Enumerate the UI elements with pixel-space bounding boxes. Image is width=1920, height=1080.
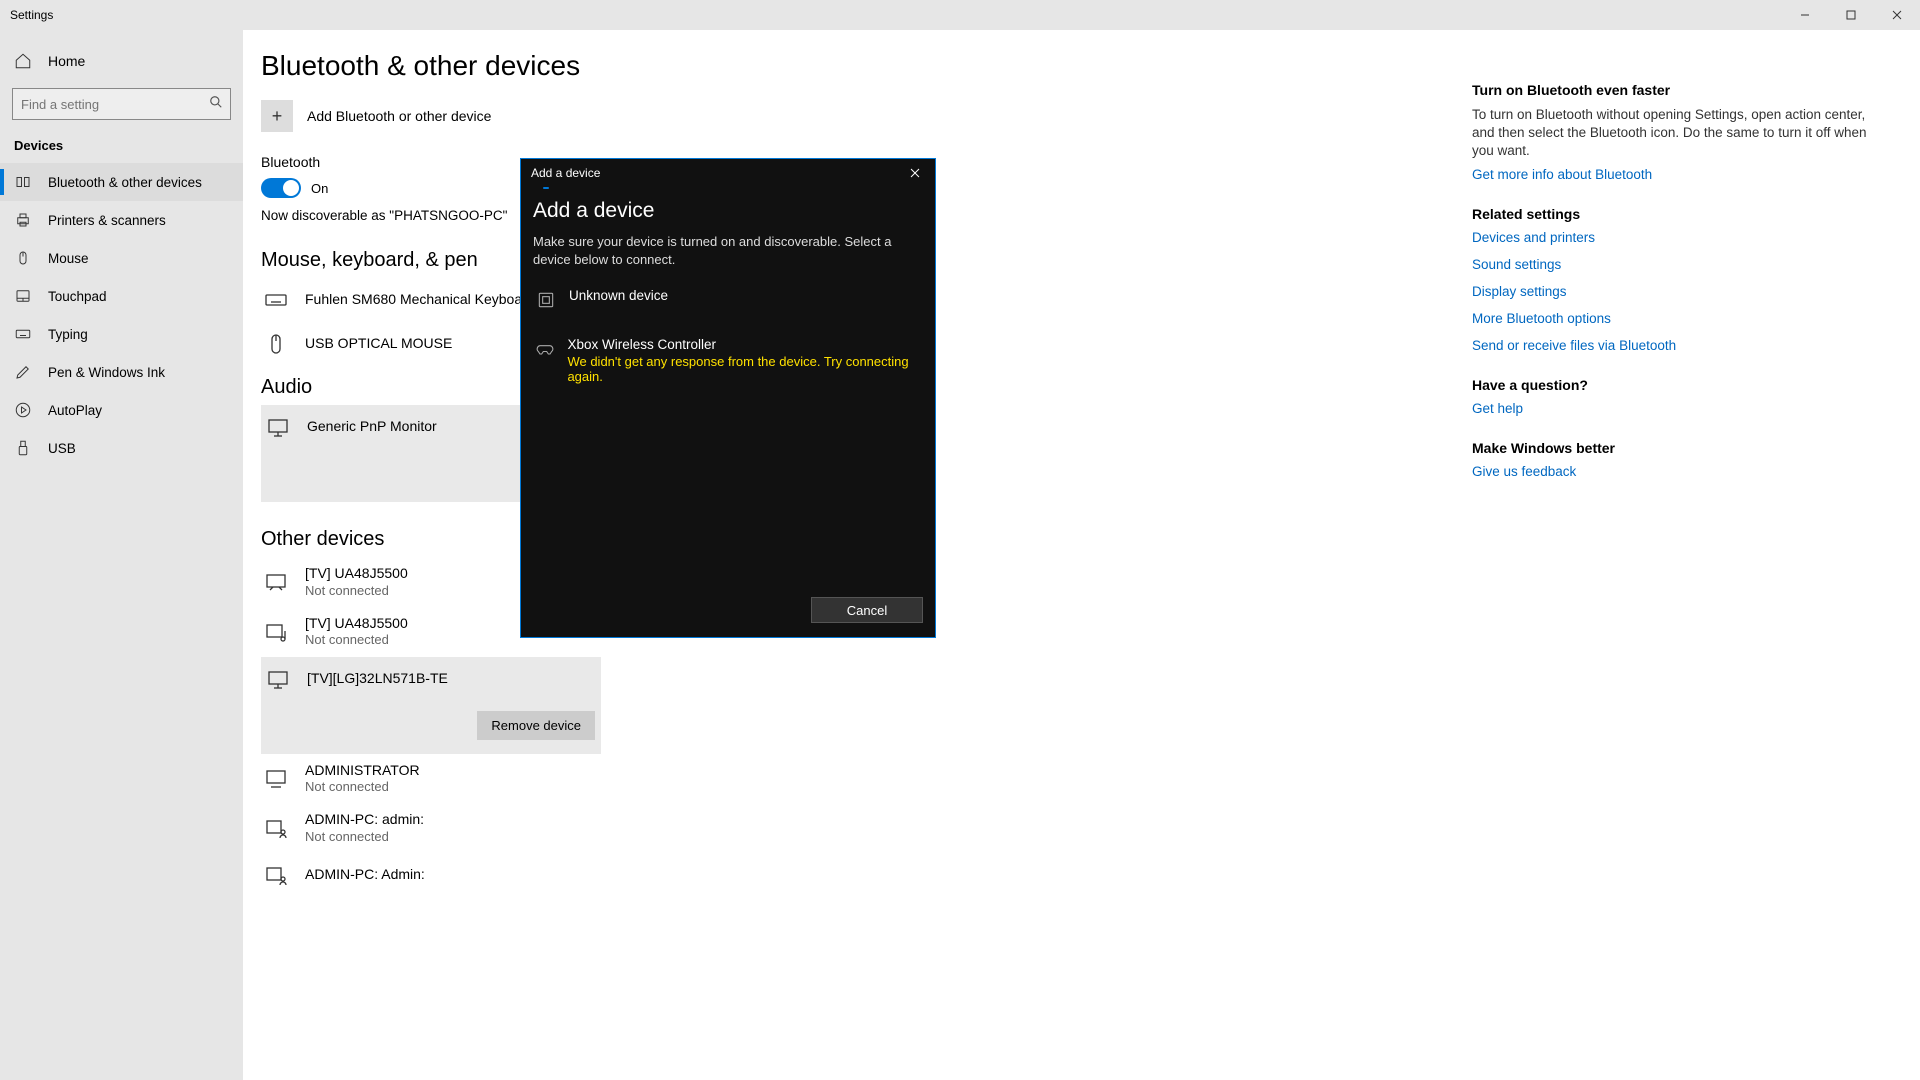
sidebar-item-label: Typing bbox=[48, 327, 88, 342]
sidebar-item-typing[interactable]: Typing bbox=[0, 315, 243, 353]
device-status: Not connected bbox=[305, 779, 420, 795]
window-title: Settings bbox=[10, 8, 53, 22]
sidebar-item-mouse[interactable]: Mouse bbox=[0, 239, 243, 277]
titlebar: Settings bbox=[0, 0, 1920, 30]
sidebar-item-label: Bluetooth & other devices bbox=[48, 175, 202, 190]
sidebar-item-usb[interactable]: USB bbox=[0, 429, 243, 467]
device-row-tv3[interactable]: [TV][LG]32LN571B-TE bbox=[261, 657, 601, 701]
device-name: ADMIN-PC: admin: bbox=[305, 811, 424, 829]
mouse-icon bbox=[263, 331, 289, 357]
device-name: [TV] UA48J5500 bbox=[305, 615, 408, 633]
right-text-faster: To turn on Bluetooth without opening Set… bbox=[1472, 106, 1890, 161]
home-label: Home bbox=[48, 53, 85, 69]
dialog-instruction: Make sure your device is turned on and d… bbox=[533, 233, 923, 268]
keyboard-icon bbox=[14, 325, 32, 343]
mouse-icon bbox=[14, 249, 32, 267]
minimize-button[interactable] bbox=[1782, 0, 1828, 30]
add-device-button[interactable]: + Add Bluetooth or other device bbox=[261, 100, 1460, 132]
link-give-feedback[interactable]: Give us feedback bbox=[1472, 464, 1890, 479]
device-status: Not connected bbox=[305, 829, 424, 845]
sidebar-item-touchpad[interactable]: Touchpad bbox=[0, 277, 243, 315]
printer-icon bbox=[14, 211, 32, 229]
bluetooth-toggle[interactable] bbox=[261, 178, 301, 198]
gamepad-icon bbox=[535, 338, 555, 360]
discovered-device-unknown[interactable]: Unknown device bbox=[533, 280, 923, 319]
sidebar: Home Devices Bluetooth & other devices P… bbox=[0, 30, 243, 1080]
autoplay-icon bbox=[14, 401, 32, 419]
dialog-title: Add a device bbox=[531, 166, 600, 180]
right-title-question: Have a question? bbox=[1472, 377, 1890, 393]
add-device-dialog: Add a device Add a device Make sure your… bbox=[520, 158, 936, 638]
right-panel: Turn on Bluetooth even faster To turn on… bbox=[1460, 30, 1920, 1080]
sidebar-item-label: Mouse bbox=[48, 251, 89, 266]
search-input[interactable] bbox=[12, 88, 231, 120]
sidebar-item-autoplay[interactable]: AutoPlay bbox=[0, 391, 243, 429]
keyboard-icon bbox=[263, 287, 289, 313]
sidebar-item-pen[interactable]: Pen & Windows Ink bbox=[0, 353, 243, 391]
link-devices-printers[interactable]: Devices and printers bbox=[1472, 230, 1890, 245]
discovered-device-name: Xbox Wireless Controller bbox=[567, 337, 921, 352]
dialog-close-button[interactable] bbox=[901, 163, 929, 183]
sidebar-item-bluetooth[interactable]: Bluetooth & other devices bbox=[0, 163, 243, 201]
pc-user-icon bbox=[263, 862, 289, 888]
monitor-icon bbox=[265, 414, 291, 440]
discovered-device-error: We didn't get any response from the devi… bbox=[567, 354, 921, 384]
add-device-label: Add Bluetooth or other device bbox=[307, 108, 491, 124]
discovered-device-xbox[interactable]: Xbox Wireless Controller We didn't get a… bbox=[533, 329, 923, 392]
tv-music-icon bbox=[263, 619, 289, 645]
sidebar-item-label: USB bbox=[48, 441, 76, 456]
device-name: [TV] UA48J5500 bbox=[305, 565, 408, 583]
monitor-icon bbox=[265, 666, 291, 692]
sidebar-item-label: Touchpad bbox=[48, 289, 107, 304]
sidebar-item-label: Pen & Windows Ink bbox=[48, 365, 165, 380]
device-row-admin1[interactable]: ADMINISTRATORNot connected bbox=[261, 754, 601, 804]
link-more-bt-options[interactable]: More Bluetooth options bbox=[1472, 311, 1890, 326]
maximize-button[interactable] bbox=[1828, 0, 1874, 30]
device-name: Generic PnP Monitor bbox=[307, 418, 437, 436]
home-icon bbox=[14, 52, 32, 70]
pc-user-icon bbox=[263, 815, 289, 841]
right-title-faster: Turn on Bluetooth even faster bbox=[1472, 82, 1890, 98]
link-get-help[interactable]: Get help bbox=[1472, 401, 1890, 416]
device-generic-icon bbox=[535, 289, 557, 311]
window-controls bbox=[1782, 0, 1920, 30]
link-send-receive-bt[interactable]: Send or receive files via Bluetooth bbox=[1472, 338, 1890, 353]
dialog-cancel-button[interactable]: Cancel bbox=[811, 597, 923, 623]
sidebar-item-label: AutoPlay bbox=[48, 403, 102, 418]
device-name: ADMINISTRATOR bbox=[305, 762, 420, 780]
bluetooth-devices-icon bbox=[14, 173, 32, 191]
dialog-heading: Add a device bbox=[533, 199, 923, 223]
close-button[interactable] bbox=[1874, 0, 1920, 30]
device-name: Fuhlen SM680 Mechanical Keyboard bbox=[305, 291, 535, 309]
device-row-admin2[interactable]: ADMIN-PC: admin:Not connected bbox=[261, 803, 601, 853]
search-wrap bbox=[12, 88, 231, 120]
device-name: [TV][LG]32LN571B-TE bbox=[307, 670, 448, 688]
device-status: Not connected bbox=[305, 583, 408, 599]
bluetooth-state: On bbox=[311, 181, 328, 196]
device-status: Not connected bbox=[305, 632, 408, 648]
sidebar-item-label: Printers & scanners bbox=[48, 213, 166, 228]
plus-icon: + bbox=[261, 100, 293, 132]
discovered-device-name: Unknown device bbox=[569, 288, 668, 303]
sidebar-item-printers[interactable]: Printers & scanners bbox=[0, 201, 243, 239]
link-more-bluetooth-info[interactable]: Get more info about Bluetooth bbox=[1472, 167, 1890, 182]
link-sound-settings[interactable]: Sound settings bbox=[1472, 257, 1890, 272]
right-title-related: Related settings bbox=[1472, 206, 1890, 222]
search-icon bbox=[209, 95, 223, 114]
usb-icon bbox=[14, 439, 32, 457]
right-title-feedback: Make Windows better bbox=[1472, 440, 1890, 456]
device-name: ADMIN-PC: Admin: bbox=[305, 866, 425, 884]
tv-icon bbox=[263, 569, 289, 595]
sidebar-section-title: Devices bbox=[0, 130, 243, 163]
touchpad-icon bbox=[14, 287, 32, 305]
pen-icon bbox=[14, 363, 32, 381]
link-display-settings[interactable]: Display settings bbox=[1472, 284, 1890, 299]
device-name: USB OPTICAL MOUSE bbox=[305, 335, 452, 353]
remove-device-button[interactable]: Remove device bbox=[477, 711, 595, 740]
progress-indicator bbox=[531, 187, 925, 189]
pc-icon bbox=[263, 765, 289, 791]
page-title: Bluetooth & other devices bbox=[261, 50, 1460, 82]
device-row-admin3[interactable]: ADMIN-PC: Admin: bbox=[261, 853, 601, 897]
home-button[interactable]: Home bbox=[0, 42, 243, 80]
